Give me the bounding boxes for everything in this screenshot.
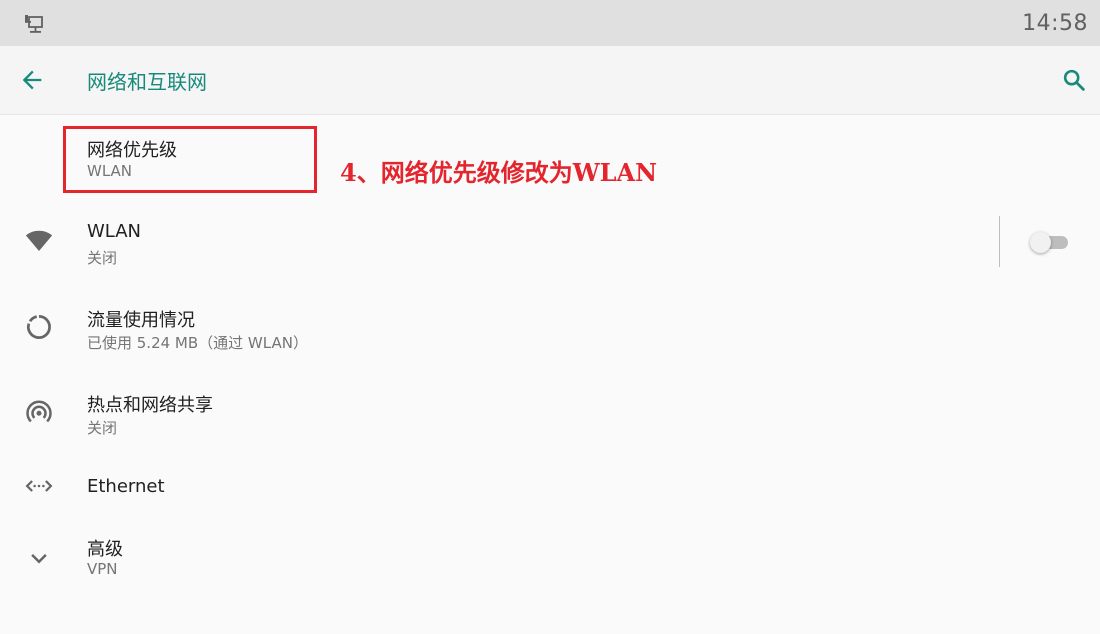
toggle-divider [999, 216, 1000, 267]
list-item-title: WLAN [87, 221, 142, 242]
page-title: 网络和互联网 [87, 70, 207, 94]
arrow-left-icon[interactable] [18, 66, 46, 94]
list-item-hotspot[interactable]: 热点和网络共享 关闭 [0, 370, 1100, 454]
status-bar: 14:58 [0, 0, 1100, 46]
list-item-data-usage[interactable]: 流量使用情况 已使用 5.24 MB（通过 WLAN） [0, 285, 1100, 369]
list-item-title: 热点和网络共享 [87, 395, 213, 416]
list-item-title: Ethernet [87, 476, 165, 497]
list-item-subtitle: 关闭 [87, 249, 118, 267]
app-bar: 网络和互联网 [0, 46, 1100, 115]
list-item-subtitle: 已使用 5.24 MB（通过 WLAN） [87, 334, 308, 352]
chevron-down-icon [31, 553, 47, 564]
hotspot-icon [26, 400, 52, 423]
settings-screen: 14:58 网络和互联网 网络优先级 WLAN WLAN 关闭 流量使用情况 已… [0, 0, 1100, 634]
list-item-wlan[interactable]: WLAN 关闭 [0, 200, 1100, 284]
list-item-title: 流量使用情况 [87, 310, 195, 331]
data-usage-icon [26, 315, 51, 339]
list-item-ethernet[interactable]: Ethernet [0, 455, 1100, 539]
network-monitor-icon [25, 15, 43, 33]
wlan-toggle[interactable] [1030, 232, 1068, 253]
list-item-subtitle: VPN [87, 560, 118, 578]
list-item-advanced[interactable]: 高级 VPN [0, 530, 1100, 614]
status-time: 14:58 [1022, 11, 1088, 36]
wlan-toggle-thumb [1030, 232, 1051, 253]
annotation-text: 4、网络优先级修改为WLAN [340, 158, 658, 187]
list-item-subtitle: 关闭 [87, 419, 118, 437]
ethernet-icon [25, 480, 53, 492]
wifi-icon [25, 230, 53, 251]
highlight-box [63, 126, 317, 193]
search-icon[interactable] [1060, 66, 1088, 94]
list-item-title: 高级 [87, 539, 123, 560]
